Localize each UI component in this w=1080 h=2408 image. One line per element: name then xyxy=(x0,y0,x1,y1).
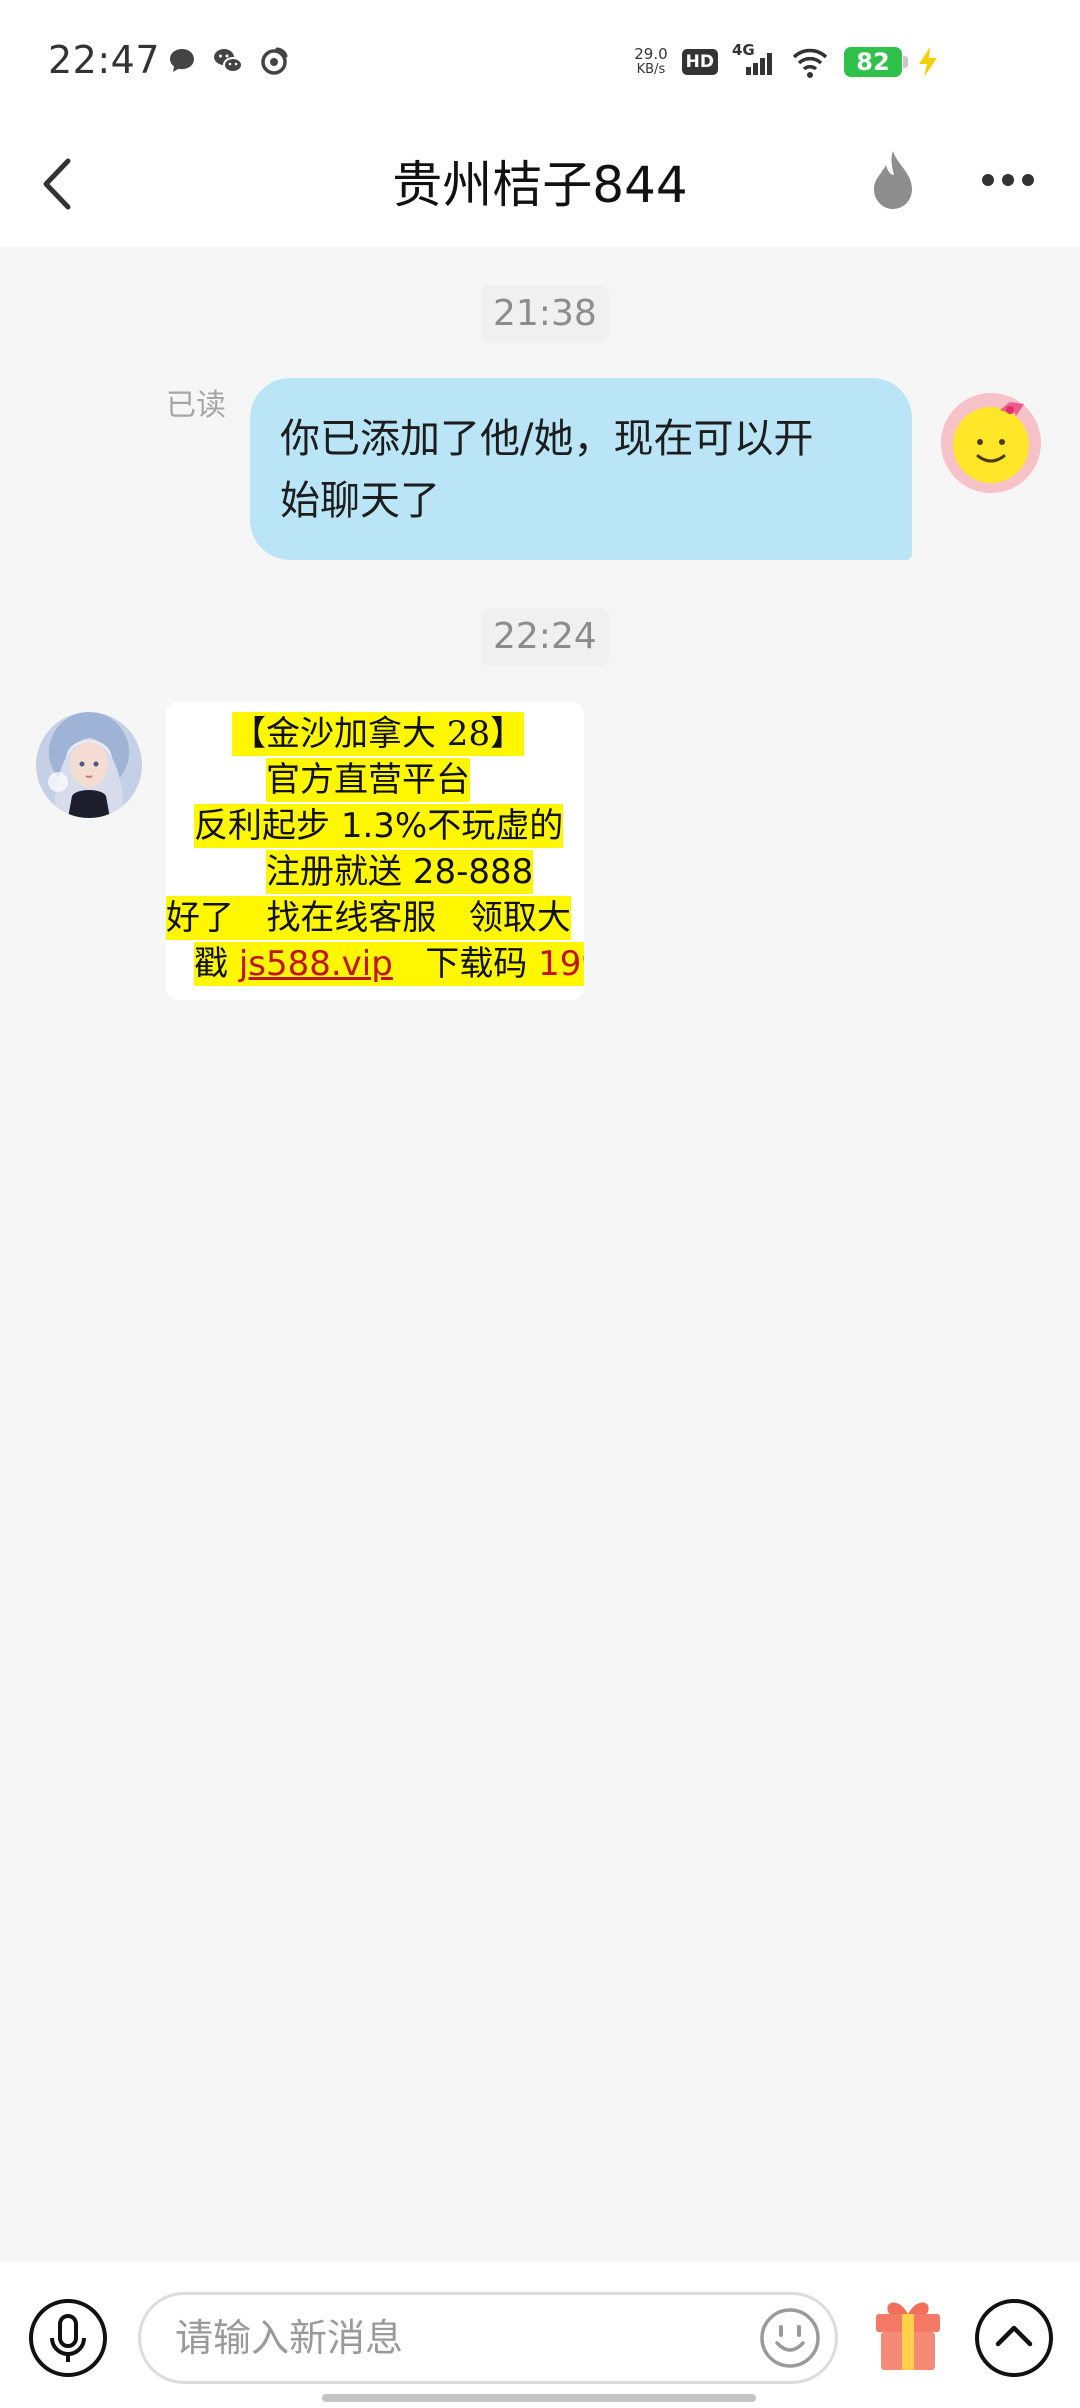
ad-text: 反利起步 xyxy=(194,806,341,846)
message-timestamp: 21:38 xyxy=(481,285,609,343)
outgoing-message-line: 始聊天了 xyxy=(280,478,440,524)
ad-link[interactable]: js588.vip xyxy=(239,944,393,984)
ad-line: 反利起步 1.3%不玩虚的 xyxy=(194,804,564,848)
ad-bonus-range: 28-888 xyxy=(412,852,534,892)
my-avatar[interactable] xyxy=(940,392,1042,494)
ad-text: 不玩虚的 xyxy=(427,806,564,846)
home-indicator[interactable] xyxy=(322,2394,756,2402)
incoming-image-message[interactable]: 【金沙加拿大 28】 官方直营平台 反利起步 1.3%不玩虚的 注册就送 28-… xyxy=(166,702,584,1000)
voice-input-icon[interactable] xyxy=(28,2298,108,2378)
message-notification-icon xyxy=(170,49,194,72)
notification-icons xyxy=(165,44,291,78)
wifi-icon xyxy=(792,48,828,78)
cell-signal-icon: 4G xyxy=(732,41,776,79)
more-options-icon[interactable] xyxy=(980,167,1036,193)
status-time: 22:47 xyxy=(48,38,161,82)
ad-download-code: 1997 xyxy=(538,944,584,984)
outgoing-message-bubble[interactable]: 你已添加了他/她，现在可以开 始聊天了 xyxy=(250,378,912,560)
emoji-icon[interactable] xyxy=(759,2307,821,2369)
weibo-icon xyxy=(261,47,288,75)
flame-icon[interactable] xyxy=(866,147,920,213)
battery-indicator: 82 xyxy=(844,47,908,77)
message-timestamp: 22:24 xyxy=(481,608,609,666)
chat-header: 贵州桔子844 xyxy=(0,125,1080,247)
ad-text: 下载码 xyxy=(392,944,539,984)
ad-text: 戳 xyxy=(194,944,239,984)
hd-badge: HD xyxy=(681,49,718,75)
status-right: 29.0 KB/s HD 4G 82 xyxy=(634,40,940,84)
message-input-placeholder: 请输入新消息 xyxy=(175,2316,404,2360)
ad-line: 官方直营平台 xyxy=(266,758,470,802)
net-speed-value: 29.0 xyxy=(634,45,668,63)
outgoing-message-line: 你已添加了他/她，现在可以开 xyxy=(280,416,814,462)
read-receipt: 已读 xyxy=(166,388,226,423)
message-input[interactable]: 请输入新消息 xyxy=(138,2292,838,2384)
gift-icon[interactable] xyxy=(870,2292,946,2374)
ad-line: 戳 js588.vip 下载码 1997 xyxy=(194,942,584,986)
net-speed: 29.0 KB/s xyxy=(634,45,668,78)
ad-rebate-rate: 1.3% xyxy=(340,806,428,846)
status-bar: 22:47 29.0 KB/s HD 4G 82 xyxy=(0,0,1080,125)
expand-up-icon[interactable] xyxy=(974,2298,1054,2378)
charging-icon xyxy=(919,47,937,77)
input-bar: 请输入新消息 xyxy=(0,2262,1080,2408)
ad-line: 【金沙加拿大 28】 xyxy=(232,712,525,756)
ad-line: 注册就送 28-888 xyxy=(266,850,534,894)
wechat-icon xyxy=(214,49,243,73)
contact-avatar[interactable] xyxy=(36,712,142,818)
net-speed-unit: KB/s xyxy=(636,62,666,77)
ad-text: 注册就送 xyxy=(266,852,413,892)
ad-line: 好了 找在线客服 领取大 xyxy=(166,896,571,940)
